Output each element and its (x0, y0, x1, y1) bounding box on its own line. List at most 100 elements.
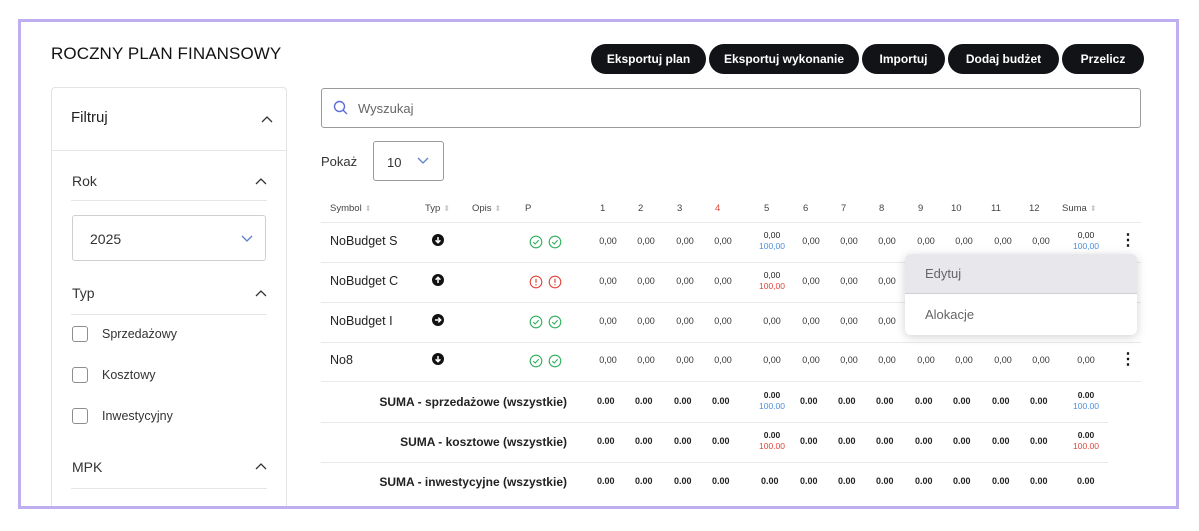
type-option-investment[interactable]: Inwestycyjny (72, 408, 173, 424)
cell-suma: 0.00 100.00 (1069, 430, 1103, 452)
checkbox[interactable] (72, 408, 88, 424)
filter-header[interactable]: Filtruj (52, 88, 286, 151)
col-typ[interactable]: Typ ⬍ (425, 203, 450, 214)
cell-month: 0.00 (597, 476, 615, 486)
cell-month: 0.00 (953, 436, 971, 446)
row-actions-kebab-icon[interactable]: ⋮ (1120, 233, 1136, 249)
cell-value: 0.00 (763, 390, 781, 400)
cell-month: 0.00 (800, 476, 818, 486)
import-button[interactable]: Importuj (862, 44, 945, 74)
cell-month: 0,00 (802, 355, 820, 365)
cell-month: 0,00 (802, 276, 820, 286)
chevron-up-icon[interactable] (255, 462, 267, 470)
cell-month: 0.00 (838, 436, 856, 446)
cell-month: 0,00 (878, 316, 896, 326)
cell-month: 0,00 (599, 276, 617, 286)
cell-month: 0,00 100,00 (757, 230, 787, 252)
checkbox-label: Inwestycyjny (102, 409, 173, 423)
col-month-1: 1 (600, 203, 606, 214)
type-option-cost[interactable]: Kosztowy (72, 367, 156, 383)
app-frame: ROCZNY PLAN FINANSOWY Eksportuj plan Eks… (18, 19, 1179, 509)
year-value: 2025 (90, 231, 122, 247)
cell-month: 0.00 (800, 396, 818, 406)
cell-month: 0,00 (637, 316, 655, 326)
checkbox[interactable] (72, 326, 88, 342)
cell-value: 0.00 (1077, 390, 1095, 400)
page-title: ROCZNY PLAN FINANSOWY (51, 44, 282, 63)
cell-month: 0,00 (637, 276, 655, 286)
type-label: Typ (72, 285, 95, 301)
cell-month: 0,00 (917, 236, 935, 246)
cell-month: 0.00 (712, 436, 730, 446)
cell-month: 0,00 (878, 276, 896, 286)
col-month-10: 10 (951, 203, 962, 214)
cell-month: 0,00 (599, 355, 617, 365)
col-month-11: 11 (991, 203, 1001, 214)
menu-item-edit[interactable]: Edytuj (905, 254, 1137, 294)
row-divider (321, 342, 1141, 343)
col-opis[interactable]: Opis ⬍ (472, 203, 501, 214)
page-size-select[interactable]: 10 (373, 141, 444, 181)
add-budget-button[interactable]: Dodaj budżet (948, 44, 1059, 74)
cell-month: 0.00 (953, 396, 971, 406)
export-execution-button[interactable]: Eksportuj wykonanie (709, 44, 859, 74)
menu-item-allocations[interactable]: Alokacje (905, 295, 1137, 335)
check-circle-icon (548, 354, 562, 368)
check-circle-icon (548, 235, 562, 249)
cell-month: 0.00 (915, 476, 933, 486)
cell-month: 0,00 (676, 316, 694, 326)
chevron-up-icon[interactable] (255, 177, 267, 185)
cell-month: 0,00 (840, 236, 858, 246)
chevron-up-icon[interactable] (261, 115, 273, 123)
filter-panel: Filtruj Rok 2025 Typ Sprzedażowy Kosztow… (51, 87, 287, 506)
cell-subvalue: 100,00 (1073, 241, 1099, 251)
cell-month: 0.00 (838, 396, 856, 406)
cell-suma: 0.00 (1077, 476, 1095, 486)
cell-month: 0.00 (992, 436, 1010, 446)
row-divider (321, 462, 1108, 463)
cell-month: 0.00 (597, 396, 615, 406)
col-symbol[interactable]: Symbol ⬍ (330, 203, 371, 214)
year-select[interactable]: 2025 (72, 215, 266, 261)
row-symbol: NoBudget I (330, 314, 393, 328)
cell-month: 0.00 (635, 436, 653, 446)
divider (71, 314, 267, 315)
cell-month: 0,00 (917, 355, 935, 365)
sum-row-label: SUMA - sprzedażowe (wszystkie) (379, 395, 567, 409)
search-input[interactable]: Wyszukaj (321, 88, 1141, 128)
row-actions-kebab-icon[interactable]: ⋮ (1120, 352, 1136, 368)
row-divider (321, 381, 1141, 382)
checkbox[interactable] (72, 367, 88, 383)
cell-subvalue: 100,00 (759, 241, 785, 251)
header-divider (321, 222, 1141, 223)
cell-month: 0.00 (635, 396, 653, 406)
cell-month: 0,00 (955, 355, 973, 365)
cell-month: 0,00 (599, 236, 617, 246)
recalculate-button[interactable]: Przelicz (1062, 44, 1144, 74)
chevron-down-icon (417, 157, 429, 164)
type-option-sales[interactable]: Sprzedażowy (72, 326, 177, 342)
col-month-2: 2 (638, 203, 644, 214)
alert-circle-icon (548, 275, 562, 289)
cell-month: 0.00 (876, 396, 894, 406)
export-plan-button[interactable]: Eksportuj plan (591, 44, 706, 74)
row-divider (321, 422, 1108, 423)
col-suma[interactable]: Suma ⬍ (1062, 203, 1097, 214)
cell-month: 0.00 (712, 476, 730, 486)
arrow-down-circle-icon (432, 234, 444, 246)
sort-icon: ⬍ (494, 204, 502, 213)
row-symbol: No8 (330, 353, 353, 367)
sort-icon: ⬍ (1089, 204, 1097, 213)
col-month-4: 4 (715, 203, 721, 214)
cell-month: 0,00 (840, 355, 858, 365)
col-month-6: 6 (803, 203, 809, 214)
cell-month: 0.00 (800, 436, 818, 446)
cell-month: 0,00 (802, 236, 820, 246)
cell-suma: 0.00 100.00 (1069, 390, 1103, 412)
cell-month: 0.00 (1030, 436, 1048, 446)
chevron-up-icon[interactable] (255, 289, 267, 297)
cell-month: 0.00 (992, 476, 1010, 486)
cell-month: 0,00 (840, 316, 858, 326)
cell-month: 0,00 (878, 355, 896, 365)
cell-month: 0,00 (714, 355, 732, 365)
